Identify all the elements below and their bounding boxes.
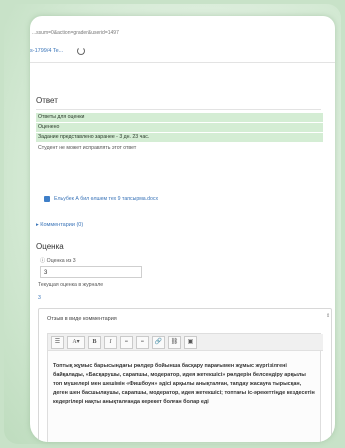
grader-panel: ...ssum=0&action=grader&userid=1497 s-17… bbox=[30, 16, 335, 442]
divider bbox=[36, 109, 321, 110]
divider bbox=[30, 62, 335, 63]
comments-link[interactable]: ▸ Комментарии (0) bbox=[36, 222, 83, 228]
image-icon[interactable]: ▣ bbox=[184, 335, 197, 349]
rich-text-editor[interactable]: ☰ A▾ B I ≡ ≡ 🔗 ⛓ ▣ Топтық жұмыс барысынд… bbox=[47, 333, 323, 442]
grade-label-text: Оценка из 3 bbox=[46, 258, 76, 264]
scroll-arrow-icon[interactable]: ⇕ bbox=[326, 313, 330, 319]
numbered-list-icon[interactable]: ≡ bbox=[136, 335, 149, 349]
feedback-comment-box: Отзыв в виде комментария ☰ A▾ B I ≡ ≡ 🔗 … bbox=[38, 308, 332, 442]
link-icon[interactable]: 🔗 bbox=[152, 335, 165, 349]
toolbar-toggle-icon[interactable]: ☰ bbox=[51, 335, 64, 349]
status-row-to-grade: Ответы для оценки bbox=[36, 113, 323, 122]
grade-input[interactable]: 3 bbox=[40, 266, 142, 278]
grade-label: ⓘ Оценка из 3 bbox=[40, 257, 76, 264]
paragraph-style-icon[interactable]: A▾ bbox=[67, 335, 85, 349]
tab-row: s-1799/4 Te... bbox=[30, 44, 86, 58]
status-row-graded: Оценено bbox=[36, 123, 323, 132]
comments-label: Комментарии (0) bbox=[40, 222, 84, 228]
unlink-icon[interactable]: ⛓ bbox=[168, 335, 181, 349]
gradebook-value: 3 bbox=[38, 295, 41, 301]
italic-icon[interactable]: I bbox=[104, 335, 117, 349]
editor-toolbar: ☰ A▾ B I ≡ ≡ 🔗 ⛓ ▣ bbox=[48, 334, 323, 351]
bullet-list-icon[interactable]: ≡ bbox=[120, 335, 133, 349]
gradebook-label: Текущая оценка в журнале bbox=[38, 282, 104, 288]
browser-tab[interactable]: s-1799/4 Te... bbox=[30, 48, 63, 54]
grade-heading: Оценка bbox=[36, 242, 64, 251]
help-icon[interactable]: ⓘ bbox=[40, 258, 45, 264]
status-row-submitted-early: Задание представлено заранее - 3 дн. 23 … bbox=[36, 133, 323, 142]
submitted-file[interactable]: Ельубек А бил өлшем тех 9 тапсырма.docx bbox=[44, 196, 158, 202]
feedback-text[interactable]: Топтық жұмыс барысындағы рөлдер бойынша … bbox=[53, 362, 315, 407]
feedback-header: Отзыв в виде комментария bbox=[47, 316, 117, 322]
file-link[interactable]: Ельубек А бил өлшем тех 9 тапсырма.docx bbox=[54, 196, 158, 202]
bold-icon[interactable]: B bbox=[88, 335, 101, 349]
lock-note: Студент не может исправлять этот ответ bbox=[38, 145, 137, 151]
loading-spinner-icon bbox=[77, 47, 86, 55]
document-icon bbox=[44, 196, 50, 202]
url-bar[interactable]: ...ssum=0&action=grader&userid=1497 bbox=[30, 26, 335, 40]
submission-heading: Ответ bbox=[36, 96, 58, 105]
